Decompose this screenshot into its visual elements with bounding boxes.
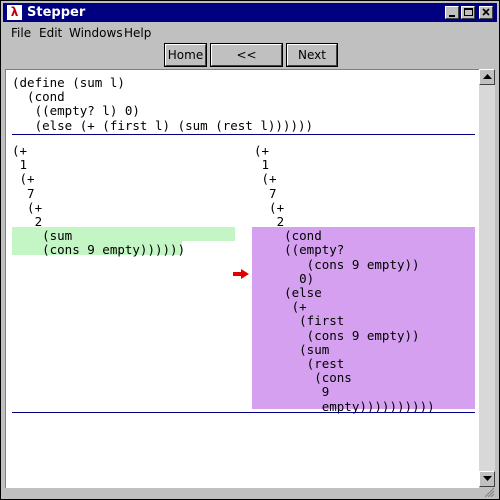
menu-help[interactable]: Help [124, 26, 151, 40]
title-bar[interactable]: λ Stepper [3, 3, 497, 22]
vertical-scrollbar[interactable] [479, 69, 495, 487]
maximize-icon [464, 8, 473, 16]
scroll-down-button[interactable] [479, 471, 495, 487]
stepper-window: λ Stepper File Edit Windows Help Home <<… [0, 0, 500, 500]
down-arrow-icon [483, 476, 492, 481]
window-title: Stepper [27, 5, 86, 20]
next-button[interactable]: Next >> [286, 43, 338, 82]
right-expression: (+ 1 (+ 7 (+ 2 (cond ((empty? (cons 9 em… [254, 143, 435, 414]
menu-file[interactable]: File [11, 26, 31, 40]
definition-code: (define (sum l) (cond ((empty? l) 0) (el… [12, 75, 314, 133]
left-expression: (+ 1 (+ 7 (+ 2 (sum (cons 9 empty)))))) [12, 143, 186, 258]
menu-windows[interactable]: Windows [69, 26, 123, 40]
previous-button[interactable]: << Previous [210, 43, 283, 82]
close-button[interactable] [479, 6, 493, 19]
right-context: (+ 1 (+ 7 (+ 2 [254, 143, 285, 230]
menu-bar: File Edit Windows Help [3, 23, 497, 43]
left-closing: )))) [155, 242, 186, 258]
home-button[interactable]: Home [164, 43, 207, 67]
minimize-icon [449, 15, 455, 17]
step-arrow-icon [233, 269, 249, 279]
redex: (sum (cons 9 empty)) [42, 228, 155, 258]
resize-grip-icon[interactable] [479, 487, 495, 497]
left-context: (+ 1 (+ 7 (+ 2 [12, 143, 43, 230]
step-divider [12, 412, 475, 413]
menu-edit[interactable]: Edit [39, 26, 62, 40]
maximize-button[interactable] [461, 6, 475, 19]
reduct: (cond ((empty? (cons 9 empty)) 0) (else … [284, 228, 420, 414]
scroll-up-button[interactable] [479, 69, 495, 85]
stepper-canvas[interactable]: (define (sum l) (cond ((empty? l) 0) (el… [5, 69, 479, 488]
close-icon [482, 8, 490, 16]
lambda-icon: λ [7, 5, 22, 20]
minimize-button[interactable] [445, 6, 459, 19]
up-arrow-icon [483, 74, 492, 79]
definition-divider [12, 134, 475, 135]
